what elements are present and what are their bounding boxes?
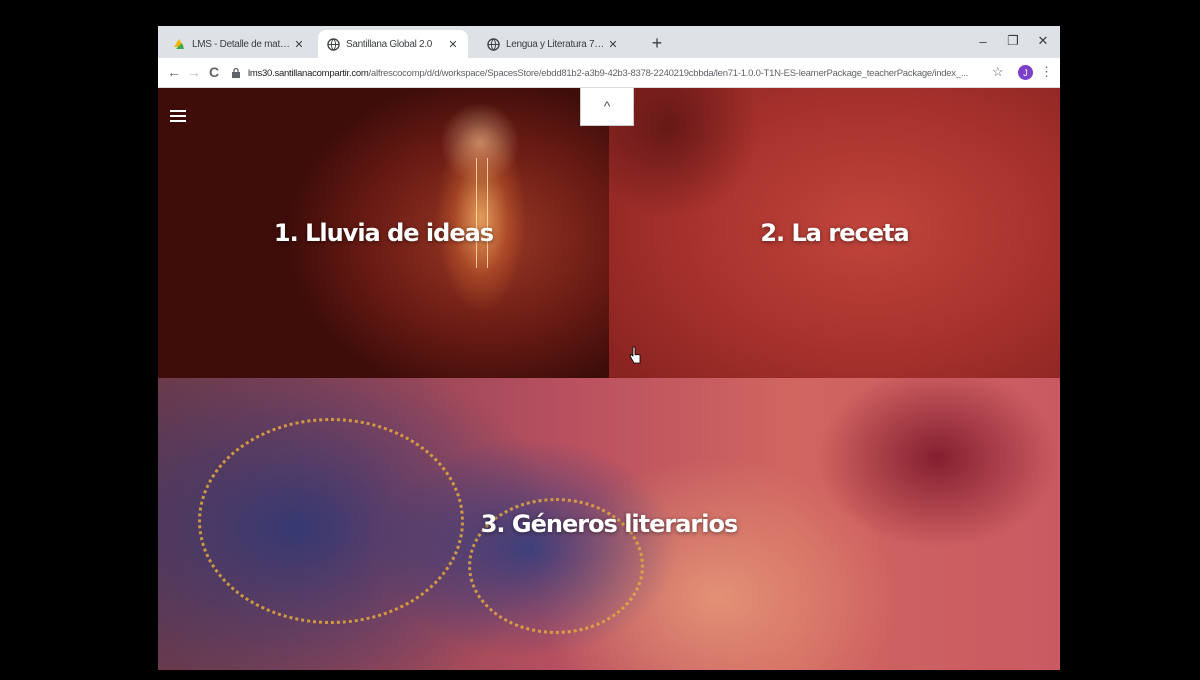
lock-icon [232,67,240,78]
section-generos-literarios[interactable]: 3. Géneros literarios [158,378,1060,670]
tab-lengua-literatura[interactable]: Lengua y Literatura 7 - U1 ✕ [478,30,628,58]
url-host: lms30.santillanacompartir.com [248,67,369,79]
browser-menu-icon[interactable]: ⋮ [1040,64,1053,80]
maximize-button[interactable]: ❐ [998,28,1028,54]
globe-icon [326,37,340,51]
scroll-up-button[interactable]: ^ [580,88,634,126]
url-path: /alfrescocomp/d/d/workspace/SpacesStore/… [368,67,969,79]
section-title: 1. Lluvia de ideas [273,219,494,247]
browser-toolbar: ← → C lms30.santillanacompartir.com/alfr… [158,58,1060,88]
tab-lms[interactable]: LMS - Detalle de materia ✕ [164,30,314,58]
new-tab-button[interactable]: + [646,32,668,54]
back-button[interactable]: ← [164,62,184,82]
section-title: 2. La receta [760,219,909,247]
section-la-receta[interactable]: 2. La receta [609,88,1060,378]
lms-favicon-icon [172,37,186,51]
forward-button[interactable]: → [184,62,204,82]
page-content: 1. Lluvia de ideas 2. La receta 3. Géner… [158,88,1060,670]
url-text: lms30.santillanacompartir.com/alfrescoco… [248,68,1010,79]
close-tab-icon[interactable]: ✕ [292,37,306,51]
tab-strip: LMS - Detalle de materia ✕ Santillana Gl… [158,26,1060,58]
close-tab-icon[interactable]: ✕ [446,37,460,51]
tab-santillana-global[interactable]: Santillana Global 2.0 ✕ [318,30,468,58]
tab-title: LMS - Detalle de materia [192,38,292,50]
browser-window: LMS - Detalle de materia ✕ Santillana Gl… [158,26,1060,670]
tab-title: Santillana Global 2.0 [346,38,432,50]
hand-cursor-icon [629,346,641,364]
tab-title: Lengua y Literatura 7 - U1 [506,38,606,50]
close-window-button[interactable]: ✕ [1028,28,1058,54]
minimize-button[interactable]: – [968,28,998,54]
close-tab-icon[interactable]: ✕ [606,37,620,51]
section-title: 3. Géneros literarios [480,510,739,538]
chevron-up-icon: ^ [603,98,611,114]
address-bar[interactable]: lms30.santillanacompartir.com/alfrescoco… [230,62,1010,84]
hamburger-menu-icon[interactable] [170,110,186,122]
profile-avatar[interactable]: J [1018,65,1033,80]
globe-icon [486,37,500,51]
reload-button[interactable]: C [204,62,224,82]
section-lluvia-de-ideas[interactable]: 1. Lluvia de ideas [158,88,609,378]
bookmark-star-icon[interactable]: ☆ [992,64,1004,80]
